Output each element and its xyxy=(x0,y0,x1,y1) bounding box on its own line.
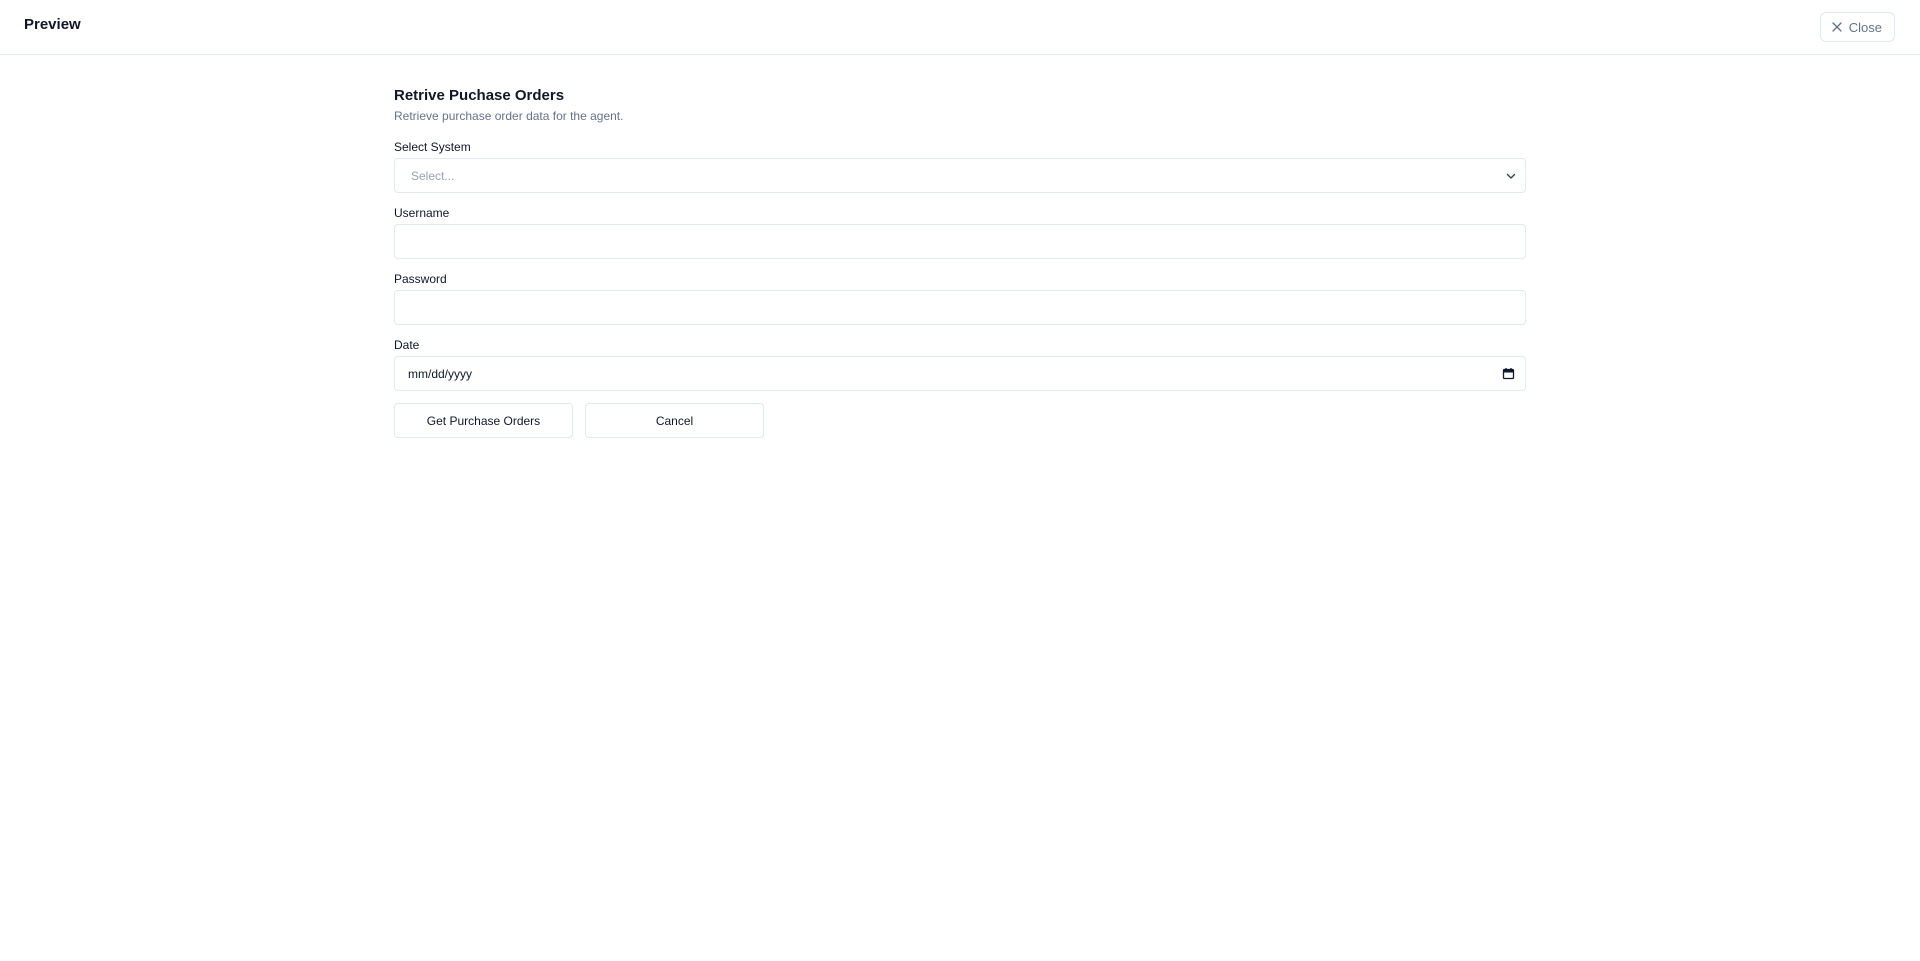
close-label: Close xyxy=(1848,19,1882,35)
system-select-value: Select... xyxy=(411,169,455,183)
system-select[interactable]: Select... xyxy=(394,158,1526,193)
calendar-icon[interactable] xyxy=(1502,367,1515,380)
system-field: Select System Select... xyxy=(394,139,1526,193)
page-title: Preview xyxy=(24,16,81,33)
close-button[interactable]: Close xyxy=(1819,12,1895,42)
chevron-down-icon xyxy=(1505,170,1517,182)
form-title: Retrive Puchase Orders xyxy=(394,87,565,104)
password-input[interactable] xyxy=(395,291,1525,324)
preview-header: Preview Close xyxy=(0,0,1920,55)
date-placeholder: mm/dd/yyyy xyxy=(408,367,473,381)
date-input[interactable]: mm/dd/yyyy xyxy=(394,356,1526,391)
cancel-button[interactable]: Cancel xyxy=(585,403,764,438)
password-label: Password xyxy=(394,272,447,286)
password-control xyxy=(394,290,1526,325)
password-field: Password xyxy=(394,271,1526,325)
form-subtitle: Retrieve purchase order data for the age… xyxy=(394,109,624,123)
close-icon xyxy=(1831,21,1843,33)
get-purchase-orders-button[interactable]: Get Purchase Orders xyxy=(394,403,573,438)
date-field: Date mm/dd/yyyy xyxy=(394,337,1526,391)
date-label: Date xyxy=(394,338,420,352)
username-label: Username xyxy=(394,206,450,220)
username-input[interactable] xyxy=(395,225,1525,258)
purchase-order-form: Retrive Puchase Orders Retrieve purchase… xyxy=(394,86,1526,438)
form-actions: Get Purchase Orders Cancel xyxy=(394,403,1526,438)
username-field: Username xyxy=(394,205,1526,259)
system-label: Select System xyxy=(394,140,471,154)
username-control xyxy=(394,224,1526,259)
